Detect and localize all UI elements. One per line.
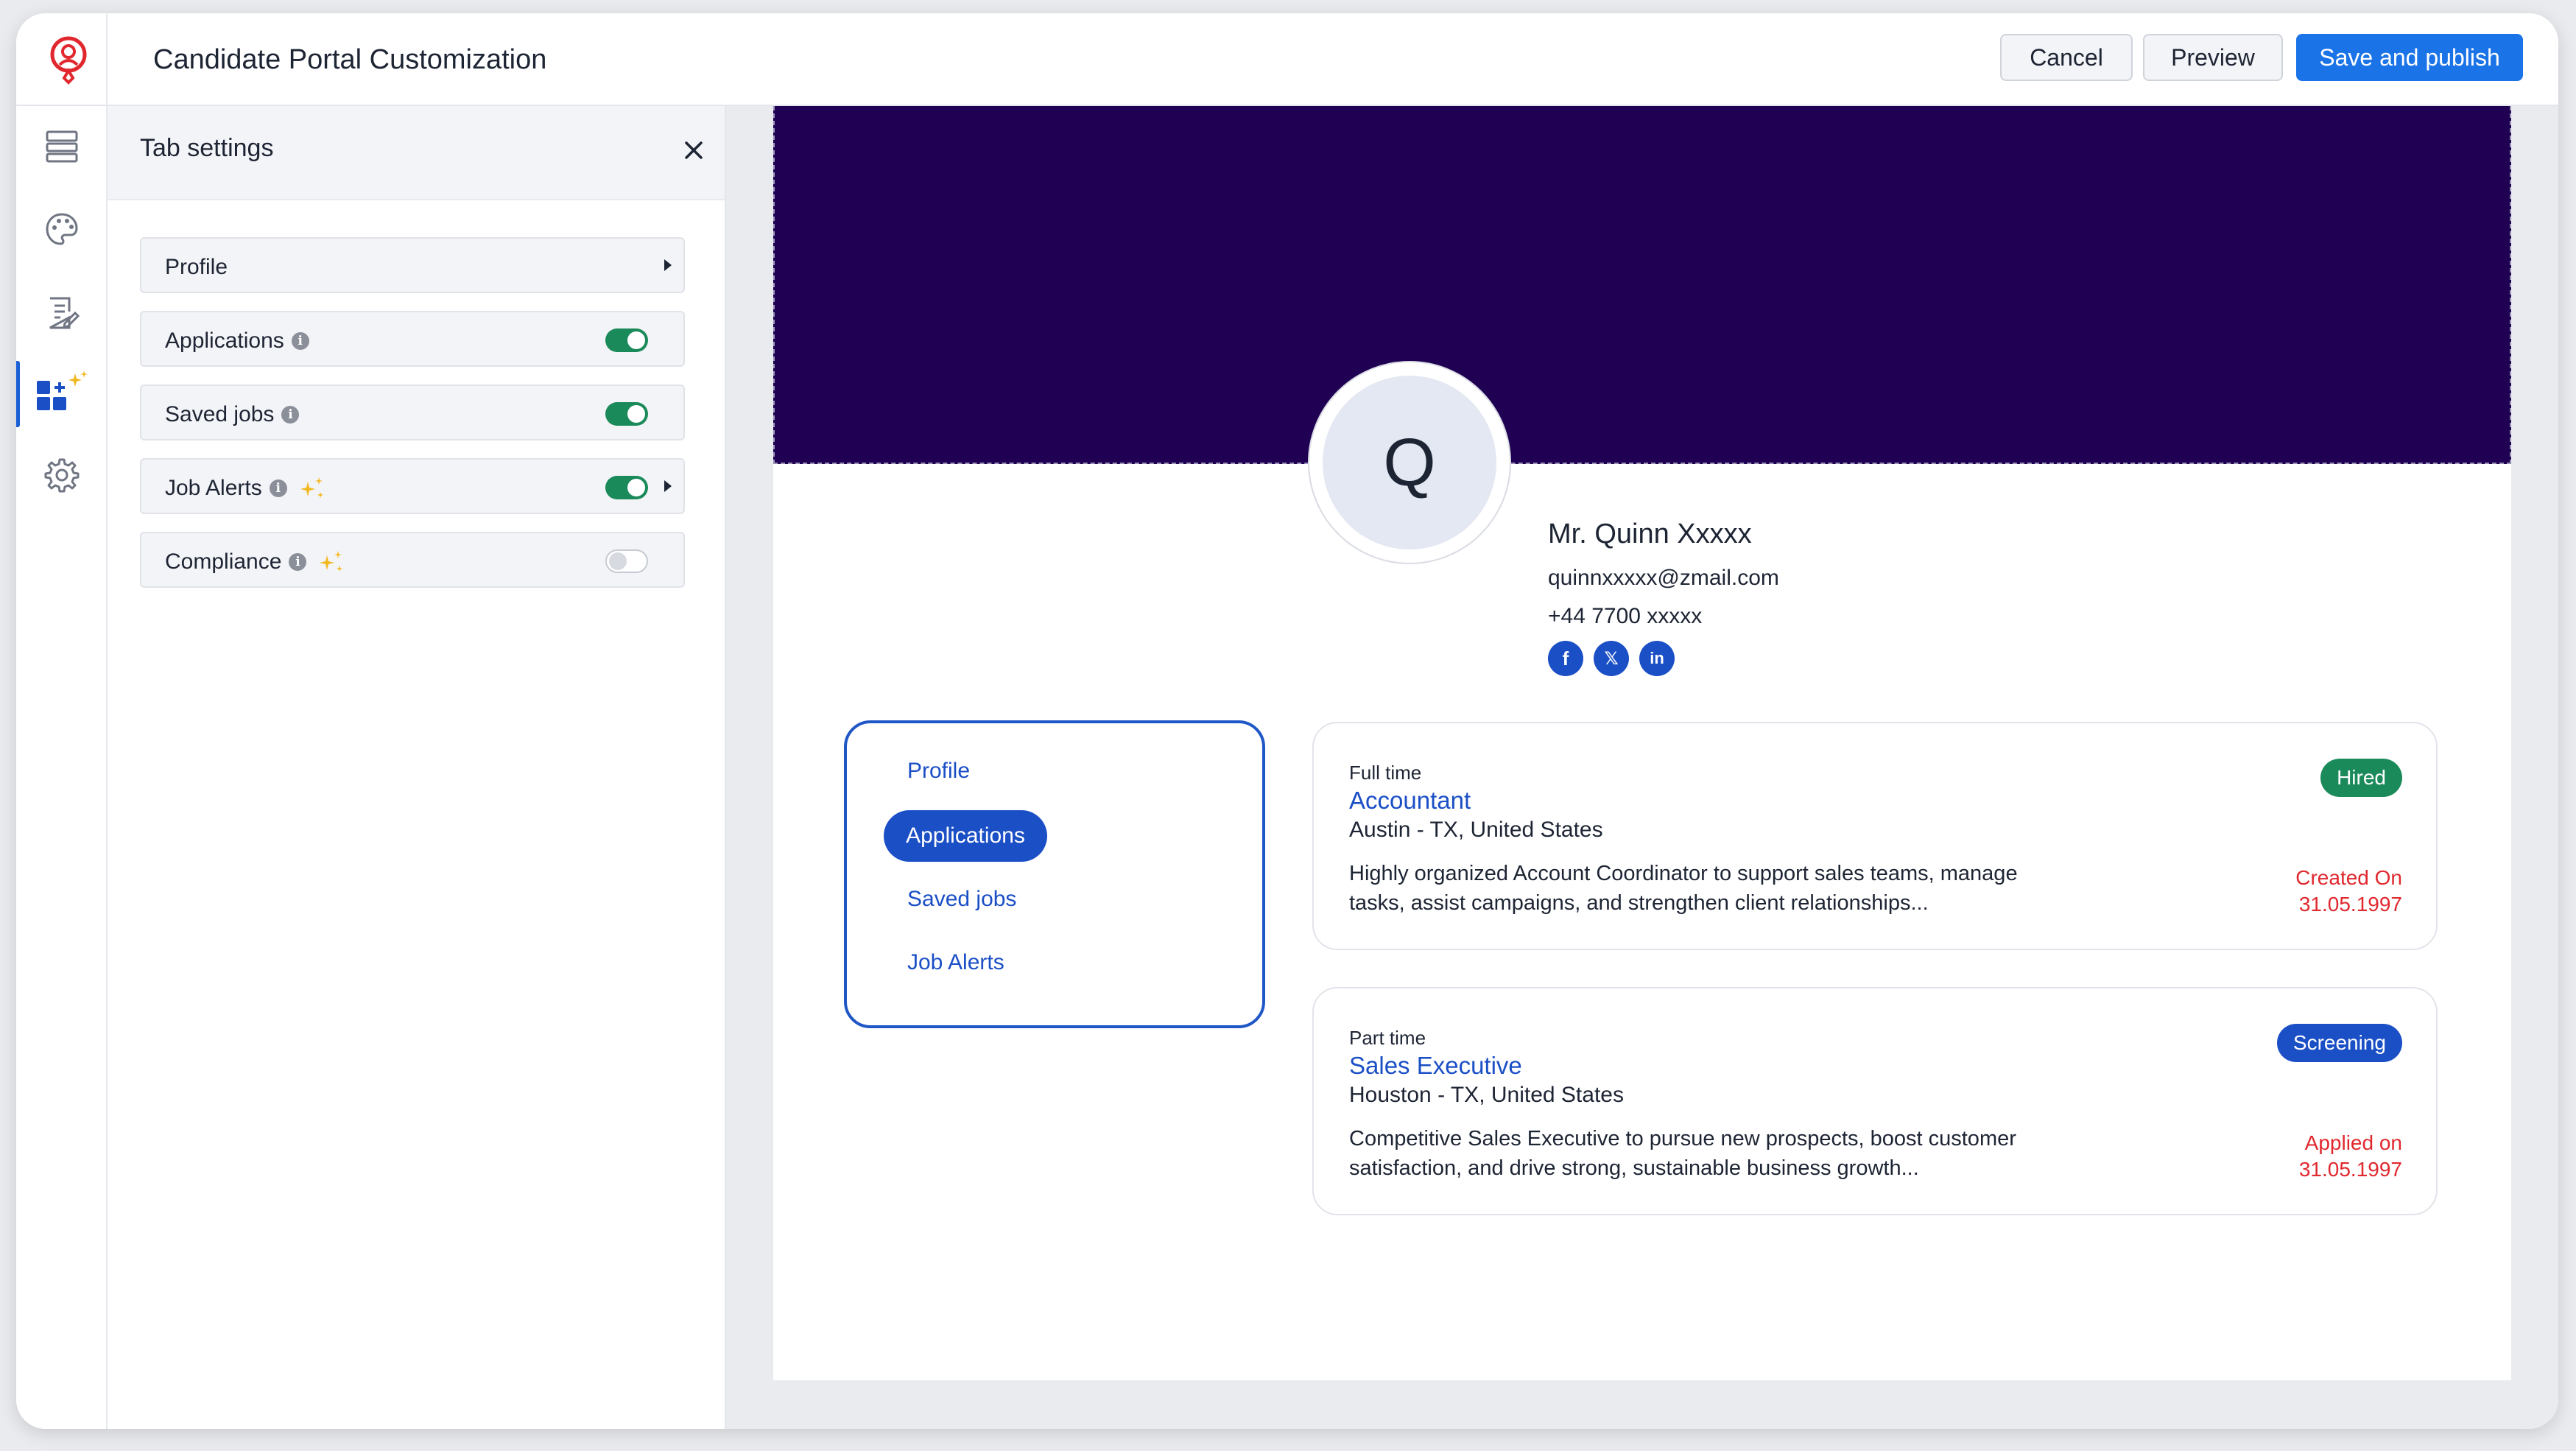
palette-icon (46, 213, 78, 245)
job-location: Houston - TX, United States (1349, 1083, 1624, 1107)
status-badge: Screening (2276, 1024, 2402, 1062)
expand-caret-icon[interactable] (664, 259, 672, 271)
widgets-sparkle-icon (37, 370, 88, 410)
rail-form-button[interactable] (16, 280, 108, 346)
portal-nav-job-alerts[interactable]: Job Alerts (907, 950, 1004, 975)
gear-icon (44, 458, 80, 493)
logo-divider (106, 13, 108, 106)
preview-button[interactable]: Preview (2143, 34, 2283, 81)
rail-layout-button[interactable] (16, 113, 108, 180)
panel-header: Tab settings (108, 106, 725, 200)
saved-jobs-toggle[interactable] (605, 402, 648, 426)
close-icon (685, 141, 703, 159)
portal-nav-profile[interactable]: Profile (907, 759, 970, 784)
job-type: Full time (1349, 762, 1422, 784)
portal-nav-saved-jobs[interactable]: Saved jobs (907, 887, 1016, 912)
save-and-publish-button[interactable]: Save and publish (2296, 34, 2523, 81)
candidate-phone: +44 7700 xxxxx (1548, 604, 1703, 628)
top-bar: Candidate Portal Customization Cancel Pr… (16, 13, 2558, 106)
job-date-label: Created On (2295, 866, 2402, 889)
page-title: Candidate Portal Customization (153, 44, 547, 75)
application-card[interactable]: Part time Sales Executive Houston - TX, … (1312, 987, 2438, 1215)
linkedin-icon[interactable]: in (1639, 641, 1675, 676)
close-panel-button[interactable] (676, 133, 711, 168)
job-date: Created On 31.05.1997 (2295, 865, 2402, 918)
job-alerts-toggle[interactable] (605, 476, 648, 499)
tab-label: Job Alerts (165, 476, 262, 500)
tab-settings-panel: Tab settings Profile Applications i Save… (108, 106, 726, 1429)
tab-row-applications: Applications i (140, 311, 685, 367)
rail-settings-button[interactable] (16, 442, 108, 508)
sparkle-icon (318, 549, 345, 575)
x-icon[interactable]: 𝕏 (1594, 641, 1629, 676)
status-badge: Hired (2320, 759, 2402, 797)
applications-toggle[interactable] (605, 329, 648, 352)
info-icon[interactable]: i (269, 479, 287, 497)
job-description: Highly organized Account Coordinator to … (1349, 862, 2018, 915)
rail-active-indicator (16, 361, 20, 427)
tab-row-profile[interactable]: Profile (140, 237, 685, 293)
layout-rows-icon (46, 130, 78, 163)
cancel-button[interactable]: Cancel (2000, 34, 2133, 81)
rail-widgets-button[interactable] (16, 361, 108, 427)
portal-nav-applications[interactable]: Applications (884, 810, 1047, 862)
tab-row-job-alerts[interactable]: Job Alerts i (140, 458, 685, 514)
job-date-label: Applied on (2304, 1131, 2402, 1154)
tab-label: Profile (165, 255, 228, 279)
compliance-toggle[interactable] (605, 549, 648, 573)
tab-row-compliance: Compliance i (140, 532, 685, 588)
job-location: Austin - TX, United States (1349, 818, 1603, 842)
tab-label: Applications (165, 329, 284, 353)
candidate-email: quinnxxxxx@zmail.com (1548, 566, 1779, 590)
job-title[interactable]: Sales Executive (1349, 1052, 1522, 1080)
expand-caret-icon[interactable] (664, 480, 672, 492)
tab-row-saved-jobs: Saved jobs i (140, 384, 685, 440)
portal-tab-nav: Profile Applications Saved jobs Job Aler… (844, 720, 1265, 1028)
app-window: Candidate Portal Customization Cancel Pr… (16, 13, 2558, 1429)
info-icon[interactable]: i (281, 406, 300, 424)
job-title[interactable]: Accountant (1349, 787, 1471, 815)
avatar: Q (1308, 361, 1511, 564)
job-date-value: 31.05.1997 (2298, 893, 2402, 916)
job-date-value: 31.05.1997 (2298, 1158, 2402, 1181)
form-edit-icon (49, 297, 80, 329)
panel-title: Tab settings (140, 134, 274, 162)
profile-banner[interactable] (773, 106, 2511, 464)
job-description: Competitive Sales Executive to pursue ne… (1349, 1127, 2016, 1180)
facebook-icon[interactable]: f (1548, 641, 1583, 676)
rail-theme-button[interactable] (16, 196, 108, 262)
info-icon[interactable]: i (289, 553, 307, 571)
candidate-name: Mr. Quinn Xxxxx (1548, 519, 1752, 549)
social-links: f 𝕏 in (1548, 641, 1675, 676)
application-card[interactable]: Full time Accountant Austin - TX, United… (1312, 722, 2438, 950)
left-rail (16, 106, 108, 1429)
job-type: Part time (1349, 1027, 1426, 1049)
tab-label: Compliance (165, 549, 282, 574)
avatar-initial: Q (1323, 376, 1496, 549)
tab-label: Saved jobs (165, 402, 275, 426)
app-logo-icon (37, 28, 100, 91)
info-icon[interactable]: i (291, 332, 309, 350)
job-date: Applied on 31.05.1997 (2299, 1130, 2402, 1183)
sparkle-icon (299, 476, 325, 501)
portal-preview-canvas: Q Mr. Quinn Xxxxx quinnxxxxx@zmail.com +… (773, 106, 2511, 1380)
